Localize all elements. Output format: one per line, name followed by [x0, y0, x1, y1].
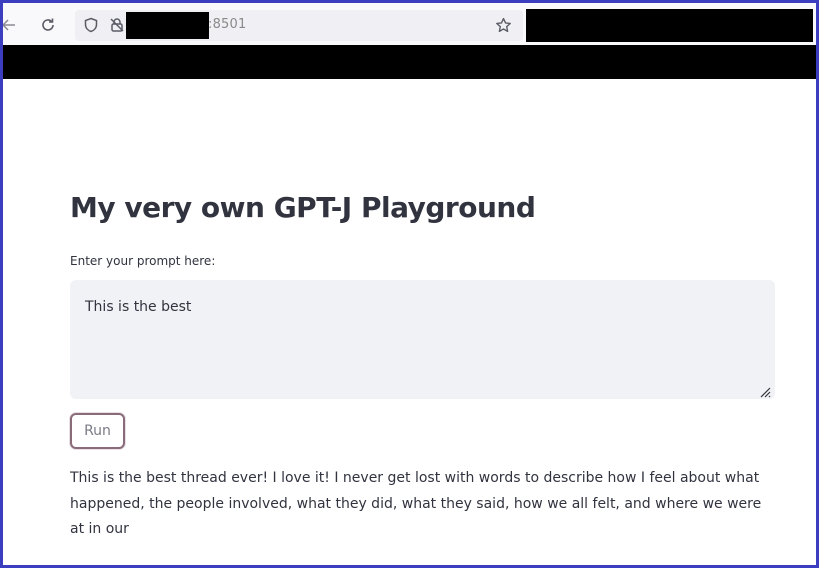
back-arrow-icon[interactable]: [3, 15, 19, 35]
prompt-label: Enter your prompt here:: [70, 254, 216, 268]
browser-window: :8501 My very own GPT-J Playground Enter…: [0, 0, 819, 568]
prompt-textarea[interactable]: This is the best: [70, 280, 775, 399]
run-button[interactable]: Run: [70, 413, 125, 449]
shield-icon[interactable]: [81, 15, 101, 35]
url-port: :8501: [208, 17, 247, 32]
resize-handle-icon[interactable]: [759, 383, 771, 398]
generated-output: This is the best thread ever! I love it!…: [70, 470, 762, 537]
prompt-value[interactable]: This is the best: [85, 299, 191, 315]
star-icon[interactable]: [493, 15, 513, 35]
redacted-toolbar-area: [526, 9, 813, 42]
redacted-host: [126, 12, 209, 39]
reload-icon[interactable]: [38, 15, 58, 35]
lock-icon[interactable]: [107, 15, 127, 35]
page-title: My very own GPT-J Playground: [70, 191, 536, 224]
app-header-redacted: [3, 45, 816, 79]
browser-toolbar: :8501: [3, 3, 816, 45]
